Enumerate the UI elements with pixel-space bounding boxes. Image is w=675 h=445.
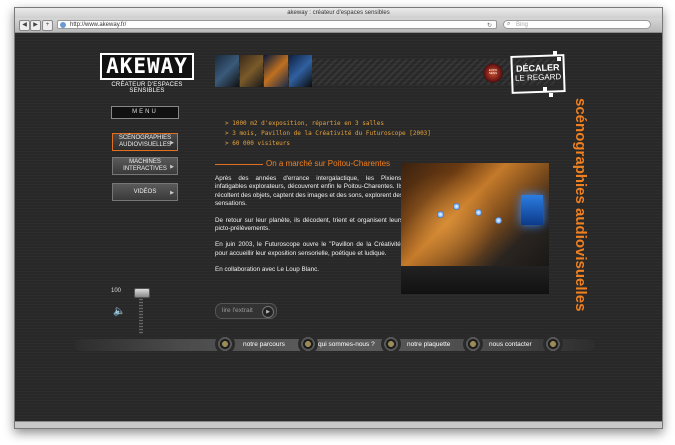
photo-floor — [401, 266, 549, 294]
pixel-decoration — [553, 51, 557, 55]
header-thumbnail — [264, 55, 288, 87]
nav-qui-sommes-nous[interactable]: qui sommes-nous ? — [318, 339, 375, 351]
play-icon: ▶ — [262, 306, 274, 318]
logo-text: AKEWAY — [100, 53, 194, 80]
back-icon[interactable]: ◀ — [19, 20, 30, 31]
stat-line: > 60 000 visiteurs — [225, 140, 291, 147]
speaker-icon[interactable]: 🔈 — [113, 306, 125, 317]
akeway-logo[interactable]: AKEWAY CRÉATEUR D'ESPACES SENSIBLES — [100, 53, 194, 94]
menu-item-label: MACHINES INTERACTIVES — [123, 159, 167, 172]
header-thumbnail — [239, 55, 263, 87]
volume-control: 100 🔈 — [111, 288, 151, 338]
read-extract-button[interactable]: lire l'extrait ▶ — [215, 303, 277, 319]
pixel-decoration — [557, 57, 561, 61]
photo-lens — [475, 209, 482, 216]
volume-slider-knob[interactable] — [134, 288, 150, 298]
photo-lens — [453, 203, 460, 210]
header-thumbnail — [215, 55, 239, 87]
nav-knob-icon — [543, 334, 563, 354]
vertical-title-text: scénographies audiovisuelles — [572, 98, 589, 311]
badge-text: EXPO SENS — [488, 68, 498, 75]
nav-notre-plaquette[interactable]: notre plaquette — [407, 339, 450, 351]
section-body: Après des années d'errance intergalactiq… — [215, 175, 403, 283]
nav-knob-icon — [463, 334, 483, 354]
browser-window: akeway : créateur d'espaces sensibles ◀ … — [14, 7, 663, 429]
menu-item-scenographies[interactable]: SCÉNOGRAPHIES AUDIOVISUELLES ▶ — [112, 133, 178, 151]
section-title: On a marché sur Poitou-Charentes — [266, 159, 391, 168]
read-extract-label: lire l'extrait — [222, 307, 253, 314]
page-content: AKEWAY CRÉATEUR D'ESPACES SENSIBLES EXPO… — [15, 33, 662, 428]
search-icon: ⌕ — [507, 21, 511, 27]
slogan-line2: LE REGARD — [514, 72, 562, 83]
body-paragraph: Après des années d'errance intergalactiq… — [215, 175, 403, 208]
nav-knob-icon — [215, 334, 235, 354]
volume-value: 100 — [111, 288, 122, 294]
stat-line: > 3 mois, Pavillon de la Créativité du F… — [225, 130, 431, 137]
pixel-decoration — [543, 87, 547, 91]
arrow-right-icon: ▶ — [170, 164, 174, 170]
menu-label: MENU — [111, 106, 179, 119]
body-paragraph: De retour sur leur planète, ils décodent… — [215, 216, 403, 233]
arrow-right-icon: ▶ — [170, 140, 174, 146]
menu-item-videos[interactable]: VIDÉOS ▶ — [112, 183, 178, 201]
nav-nous-contacter[interactable]: nous contacter — [489, 339, 532, 351]
exhibition-photo — [401, 163, 549, 294]
browser-toolbar: ◀ ▶ + http://www.akeway.fr/ ↻ Bing ⌕ — [15, 18, 662, 33]
add-tab-icon[interactable]: + — [42, 20, 53, 31]
window-title: akeway : créateur d'espaces sensibles — [15, 8, 662, 18]
nav-notre-parcours[interactable]: notre parcours — [243, 339, 285, 351]
vertical-section-title: scénographies audiovisuelles — [557, 98, 607, 330]
reload-icon[interactable]: ↻ — [487, 22, 492, 29]
header-thumbnail — [288, 55, 312, 87]
photo-lens — [495, 217, 502, 224]
section-divider — [215, 164, 263, 165]
stats-list: > 1000 m2 d'exposition, répartie en 3 sa… — [225, 119, 505, 149]
site-favicon-icon — [60, 22, 66, 28]
pixel-decoration — [549, 93, 553, 97]
body-paragraph: En collaboration avec Le Loup Blanc. — [215, 266, 319, 274]
forward-icon[interactable]: ▶ — [30, 20, 41, 31]
header-photo-strip — [215, 55, 313, 87]
logo-subtitle: CRÉATEUR D'ESPACES SENSIBLES — [111, 82, 183, 94]
body-paragraph: En juin 2003, le Futuroscope ouvre le "P… — [215, 241, 403, 257]
search-input[interactable]: Bing — [503, 20, 651, 29]
menu-item-machines[interactable]: MACHINES INTERACTIVES ▶ — [112, 157, 178, 175]
stat-line: > 1000 m2 d'exposition, répartie en 3 sa… — [225, 120, 384, 127]
browser-status-bar — [15, 421, 662, 428]
photo-lens — [437, 211, 444, 218]
nav-knob-icon — [381, 334, 401, 354]
menu-item-label: SCÉNOGRAPHIES AUDIOVISUELLES — [118, 135, 172, 148]
nav-knob-icon — [298, 334, 318, 354]
arrow-right-icon: ▶ — [170, 190, 174, 196]
url-input[interactable]: http://www.akeway.fr/ — [57, 20, 497, 29]
photo-screen — [521, 195, 543, 225]
menu-item-label: VIDÉOS — [133, 188, 157, 195]
